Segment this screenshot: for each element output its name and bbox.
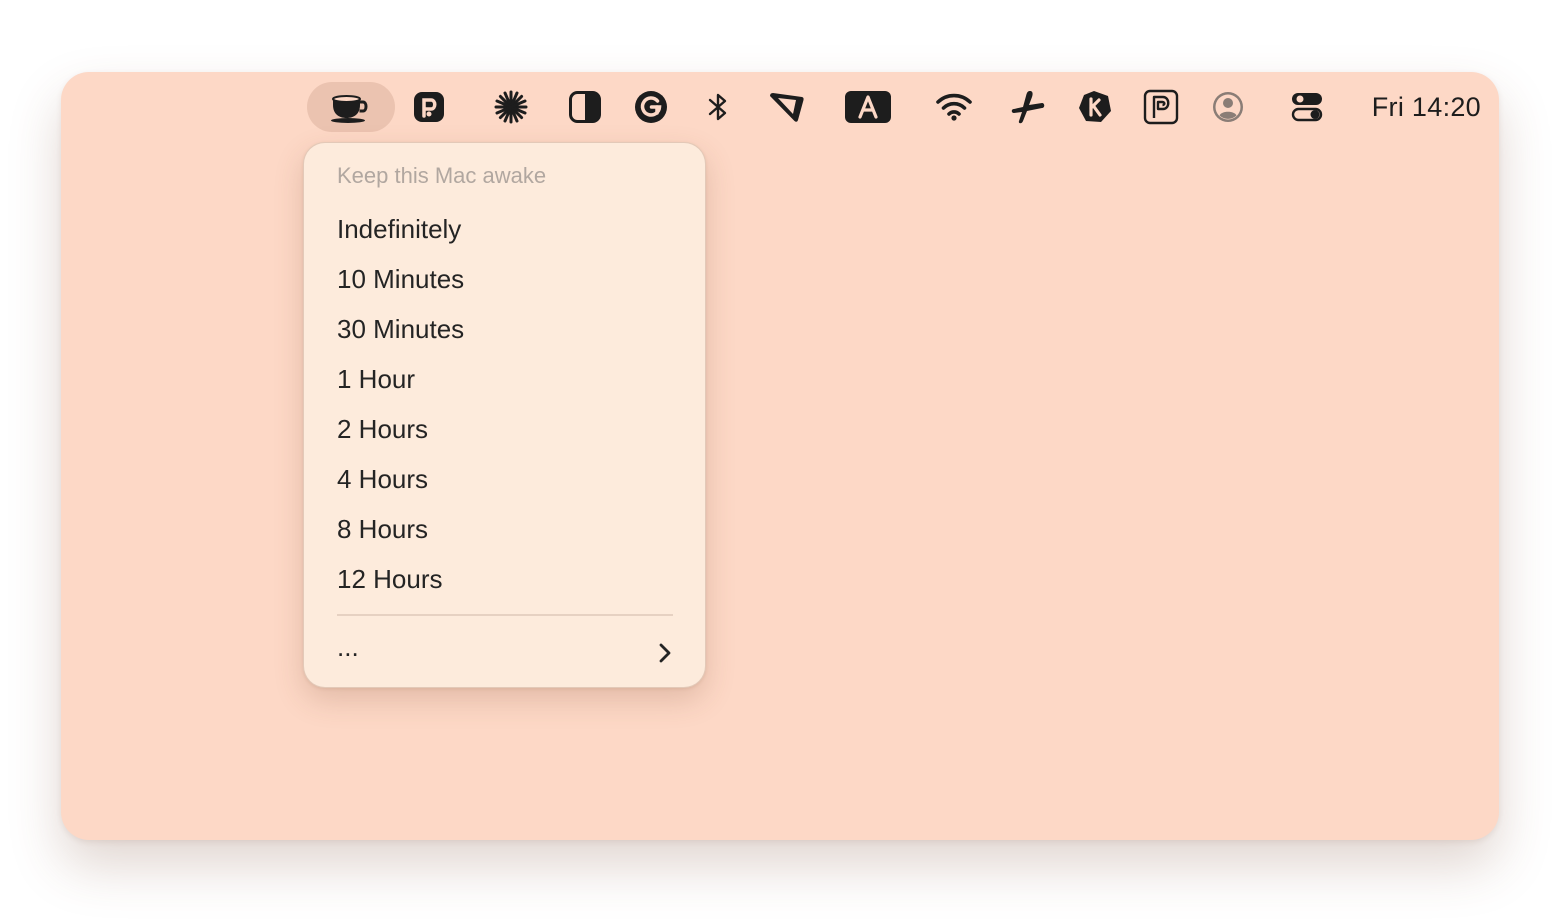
- p-badge-icon: [414, 92, 444, 122]
- menu-item-30-minutes[interactable]: 30 Minutes: [337, 309, 464, 349]
- menu-item-8-hours[interactable]: 8 Hours: [337, 509, 428, 549]
- flag-menu-button[interactable]: [767, 82, 807, 132]
- keep-awake-dropdown-menu: Keep this Mac awake Indefinitely 10 Minu…: [303, 142, 706, 688]
- p-outline-menu-button[interactable]: [1139, 82, 1183, 132]
- asterisk-burst-icon: [494, 90, 528, 124]
- desktop-window: Fri 14:20 Keep this Mac awake Indefinite…: [61, 72, 1499, 840]
- menu-item-2-hours[interactable]: 2 Hours: [337, 409, 428, 449]
- flag-cut-icon: [770, 93, 804, 122]
- menu-bar-clock[interactable]: Fri 14:20: [1372, 82, 1481, 132]
- input-source-menu-button[interactable]: [845, 82, 891, 132]
- coffee-cup-icon: [331, 95, 368, 123]
- display-menu-button[interactable]: [563, 82, 607, 132]
- bluetooth-menu-button[interactable]: [698, 82, 738, 132]
- control-center-menu-button[interactable]: [1285, 82, 1329, 132]
- menu-separator: [337, 614, 673, 616]
- menu-item-more[interactable]: ...: [337, 632, 673, 671]
- user-circle-icon: [1213, 92, 1243, 122]
- menu-item-indefinitely[interactable]: Indefinitely: [337, 209, 461, 249]
- g-circle-icon: [635, 91, 667, 123]
- plane-menu-button[interactable]: [1006, 82, 1050, 132]
- half-square-icon: [569, 91, 601, 123]
- wifi-icon: [936, 93, 972, 121]
- menu-item-12-hours[interactable]: 12 Hours: [337, 559, 443, 599]
- menu-bar: Fri 14:20: [61, 72, 1499, 142]
- chevron-right-icon: [659, 643, 671, 663]
- user-menu-button[interactable]: [1207, 82, 1249, 132]
- k-badge-icon: [1079, 91, 1111, 122]
- control-center-icon: [1291, 93, 1323, 122]
- bluetooth-icon: [708, 93, 727, 121]
- plane-icon: [1011, 91, 1045, 124]
- k-menu-button[interactable]: [1073, 82, 1117, 132]
- pastebot-menu-button[interactable]: [407, 82, 451, 132]
- more-ellipsis-label: ...: [337, 632, 359, 662]
- a-keyboard-icon: [845, 91, 891, 123]
- menu-item-4-hours[interactable]: 4 Hours: [337, 459, 428, 499]
- menu-item-1-hour[interactable]: 1 Hour: [337, 359, 415, 399]
- menu-header: Keep this Mac awake: [337, 163, 547, 188]
- wifi-menu-button[interactable]: [934, 82, 974, 132]
- grammarly-menu-button[interactable]: [629, 82, 673, 132]
- burst-menu-button[interactable]: [489, 82, 533, 132]
- amphetamine-menu-button[interactable]: [307, 82, 395, 132]
- menu-item-10-minutes[interactable]: 10 Minutes: [337, 259, 464, 299]
- p-outline-icon: [1143, 89, 1179, 125]
